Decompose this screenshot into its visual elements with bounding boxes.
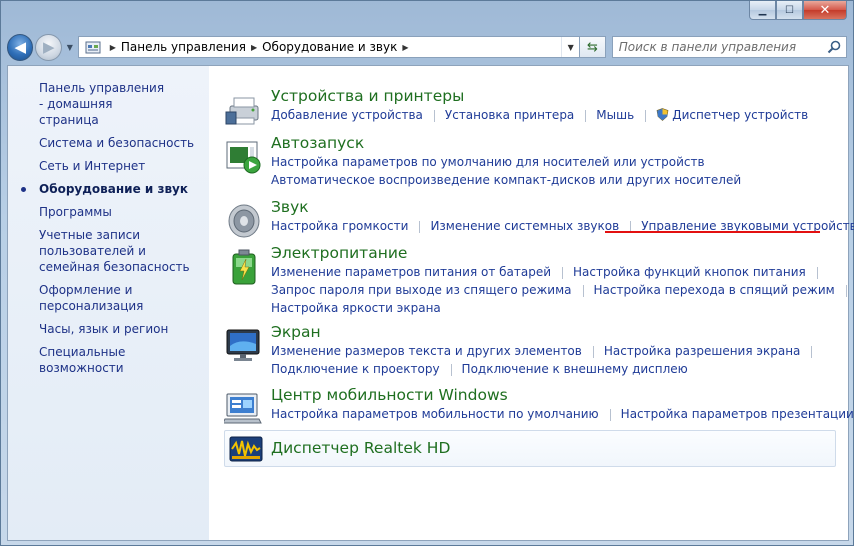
uac-shield-icon — [656, 108, 669, 121]
link-autoplay-cds[interactable]: Автоматическое воспроизведение компакт-д… — [271, 171, 741, 189]
link-separator — [845, 284, 847, 297]
link-separator — [811, 345, 813, 358]
link-separator — [816, 266, 818, 279]
link-default-media-settings[interactable]: Настройка параметров по умолчанию для но… — [271, 153, 705, 171]
control-panel-icon — [85, 41, 101, 54]
link-text-size[interactable]: Изменение размеров текста и других элеме… — [271, 342, 582, 360]
sidebar-item-clock-region[interactable]: Часы, язык и регион — [39, 321, 201, 337]
realtek-audio-icon — [229, 436, 263, 462]
realtek-title[interactable]: Диспетчер Realtek HD — [271, 438, 450, 458]
category-title[interactable]: Электропитание — [271, 243, 854, 263]
link-battery-settings[interactable]: Изменение параметров питания от батарей — [271, 263, 551, 281]
link-separator — [562, 266, 564, 279]
monitor-icon[interactable] — [224, 326, 264, 366]
link-device-manager[interactable]: Диспетчер устройств — [672, 106, 808, 124]
search-placeholder: Поиск в панели управления — [618, 40, 797, 54]
category-sound: Звук Настройка громкости Изменение систем… — [224, 197, 854, 241]
address-bar[interactable]: ▶ Панель управления ▶ Оборудование и зву… — [77, 36, 581, 58]
category-display: Экран Изменение размеров текста и других… — [224, 322, 822, 378]
sidebar-item-appearance[interactable]: Оформление и персонализация — [39, 282, 159, 314]
sidebar: Панель управления - домашняя страница Си… — [8, 66, 209, 540]
search-icon[interactable] — [827, 40, 841, 54]
link-separator — [419, 220, 421, 233]
close-button[interactable]: ✕ — [803, 1, 847, 20]
sidebar-item-accessibility[interactable]: Специальные возможности — [39, 344, 201, 376]
window-frame: ▁ ☐ ✕ ◀ ▶ ▼ ▶ Панель управления ▶ Оборуд… — [0, 0, 854, 546]
sidebar-item-programs[interactable]: Программы — [39, 204, 201, 220]
navigation-bar: ◀ ▶ ▼ ▶ Панель управления ▶ Оборудование… — [7, 31, 847, 63]
link-screen-brightness[interactable]: Настройка яркости экрана — [271, 299, 441, 317]
link-separator — [582, 284, 584, 297]
link-power-buttons[interactable]: Настройка функций кнопок питания — [573, 263, 806, 281]
recent-pages-dropdown[interactable]: ▼ — [64, 43, 76, 52]
link-add-printer[interactable]: Установка принтера — [445, 106, 574, 124]
speaker-icon[interactable] — [224, 201, 264, 241]
link-change-system-sounds[interactable]: Изменение системных звуков — [430, 217, 619, 235]
link-presentation-settings[interactable]: Настройка параметров презентации — [621, 405, 854, 423]
category-power: Электропитание Изменение параметров пита… — [224, 243, 854, 317]
maximize-button[interactable]: ☐ — [776, 1, 803, 20]
realtek-hd-manager-item[interactable]: Диспетчер Realtek HD — [224, 430, 836, 467]
category-title[interactable]: Экран — [271, 322, 822, 342]
breadcrumb-arrow-icon[interactable]: ▶ — [110, 43, 116, 52]
category-title[interactable]: Автозапуск — [271, 133, 741, 153]
category-title[interactable]: Центр мобильности Windows — [271, 385, 854, 405]
link-connect-external-display[interactable]: Подключение к внешнему дисплею — [462, 360, 688, 378]
link-separator — [645, 109, 647, 122]
sidebar-item-network[interactable]: Сеть и Интернет — [39, 158, 201, 174]
link-separator — [592, 345, 594, 358]
search-input[interactable]: Поиск в панели управления — [611, 36, 847, 58]
content-area: Панель управления - домашняя страница Си… — [7, 65, 854, 541]
breadcrumb-arrow-icon[interactable]: ▶ — [402, 43, 408, 52]
autoplay-icon[interactable] — [224, 137, 264, 177]
link-mobility-defaults[interactable]: Настройка параметров мобильности по умол… — [271, 405, 599, 423]
refresh-button[interactable]: ⇆ — [580, 36, 606, 58]
link-connect-projector[interactable]: Подключение к проектору — [271, 360, 440, 378]
link-require-password-wakeup[interactable]: Запрос пароля при выходе из спящего режи… — [271, 281, 572, 299]
battery-icon[interactable] — [224, 247, 264, 287]
breadcrumb-arrow-icon[interactable]: ▶ — [251, 43, 257, 52]
caption-buttons: ▁ ☐ ✕ — [749, 1, 847, 21]
address-dropdown-icon[interactable]: ▼ — [561, 37, 579, 57]
link-separator — [585, 109, 587, 122]
link-sleep-settings[interactable]: Настройка перехода в спящий режим — [594, 281, 835, 299]
back-button[interactable]: ◀ — [7, 33, 34, 61]
sidebar-item-home[interactable]: Панель управления - домашняя страница — [39, 80, 169, 128]
breadcrumb-control-panel[interactable]: Панель управления — [121, 40, 246, 54]
link-add-device[interactable]: Добавление устройства — [271, 106, 423, 124]
category-title[interactable]: Устройства и принтеры — [271, 86, 808, 106]
category-devices-printers: Устройства и принтеры Добавление устройс… — [224, 86, 808, 130]
minimize-button[interactable]: ▁ — [749, 1, 776, 20]
link-separator — [609, 408, 611, 421]
link-adjust-volume[interactable]: Настройка громкости — [271, 217, 408, 235]
category-mobility-center: Центр мобильности Windows Настройка пара… — [224, 385, 854, 429]
mobility-center-icon[interactable] — [224, 389, 264, 429]
sidebar-item-system-security[interactable]: Система и безопасность — [39, 135, 201, 151]
category-autoplay: Автозапуск Настройка параметров по умолч… — [224, 133, 741, 189]
highlight-underline — [605, 231, 820, 233]
breadcrumb-hardware-sound[interactable]: Оборудование и звук — [262, 40, 397, 54]
sidebar-item-hardware-sound[interactable]: Оборудование и звук — [21, 181, 201, 197]
main-panel: Устройства и принтеры Добавление устройс… — [224, 66, 854, 540]
printer-device-icon[interactable] — [224, 90, 264, 130]
forward-button[interactable]: ▶ — [35, 33, 62, 61]
link-screen-resolution[interactable]: Настройка разрешения экрана — [604, 342, 801, 360]
link-mouse[interactable]: Мышь — [596, 106, 634, 124]
sidebar-item-user-accounts[interactable]: Учетные записи пользователей и семейная … — [39, 227, 199, 275]
link-separator — [450, 363, 452, 376]
link-separator — [433, 109, 435, 122]
category-title[interactable]: Звук — [271, 197, 854, 217]
